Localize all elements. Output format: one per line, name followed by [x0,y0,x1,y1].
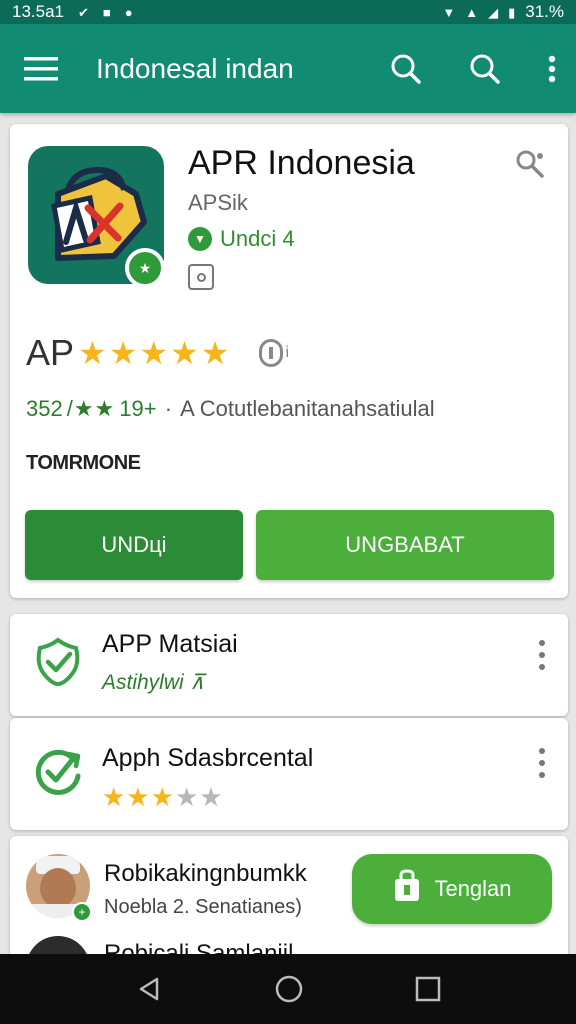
notification-icon: ✔ [78,4,89,20]
camera-icon [188,264,214,290]
list-item-subtitle: Astihylwi ⊼ [102,670,205,695]
shield-check-icon [32,636,84,688]
search-icon[interactable] [390,53,422,85]
shield-icon: ■ [102,4,111,20]
wifi-icon: ▼ [442,4,456,20]
status-time: 13.5a1 [12,2,64,21]
system-nav-bar [0,954,576,1024]
list-item-stars: ★★★★★ [102,782,224,812]
review-stars: /★★ [66,396,116,421]
get-button[interactable]: Tenglan [352,854,552,924]
bag-icon [392,869,422,909]
rating-info-icon[interactable] [259,339,284,367]
alert-icon: ● [124,4,133,20]
get-button-label: Tenglan [434,876,512,901]
list-item[interactable]: APP Matsiai Astihylwi ⊼ [10,614,568,716]
installs-badge-label: Undci 4 [220,226,295,251]
update-button[interactable]: UNGBABAT [256,510,554,580]
developer-name[interactable]: APSik [188,190,248,216]
signal-icon-2: ◢ [488,4,499,20]
list-item-subtitle-text: Astihylwi [102,671,184,694]
section-label: TOMRMONE [26,452,141,474]
download-icon: ▼ [188,227,212,251]
battery-level: 31.% [525,2,564,21]
app-bar: Indonesal indan [0,24,576,113]
back-icon[interactable] [135,975,163,1003]
app-bar-title: Indonesal indan [96,52,294,84]
app-detail-card: ★ APR Indonesia APSik ▼ Undci 4 AP ★★★★★… [10,124,568,598]
user-subtitle: Noebla 2. Senatianes) [104,896,302,918]
user-card: + Robikakingnbumkk Noebla 2. Senatianes)… [10,836,568,966]
search-icon-card[interactable] [514,148,548,187]
review-count: 352 [26,396,63,421]
user-name: Robikakingnbumkk [104,860,307,887]
signal-icon: ▲ [465,4,479,20]
plus-badge-icon: + [72,902,92,922]
list-item[interactable]: Apph Sdasbrcental ★★★★★ [10,718,568,830]
review-mid: 19+ [119,396,157,421]
rating-extra: i [285,344,290,361]
battery-icon: ▮ [508,4,516,20]
more-vert-icon[interactable] [548,55,556,83]
recents-icon[interactable] [415,976,441,1002]
app-name: APR Indonesia [188,144,415,182]
review-dot: · [158,396,179,421]
refresh-check-icon [32,746,84,798]
rating-row: AP ★★★★★ i [26,332,289,374]
review-text: A Cotutlebanitanahsatiulal [180,396,435,421]
list-item-title: Apph Sdasbrcental [102,744,314,772]
rating-stars: ★★★★★ [78,335,232,371]
verified-badge-icon: ★ [125,248,165,288]
install-button[interactable]: UNDці [25,510,243,580]
list-item-title: APP Matsiai [102,630,238,658]
menu-icon[interactable] [24,56,58,82]
installs-badge: ▼ Undci 4 [188,226,295,252]
review-summary: 352 /★★ 19+ · A Cotutlebanitanahsatiulal [26,396,435,422]
rating-label: AP [26,332,75,373]
status-bar: 13.5a1 ✔ ■ ● ▼ ▲ ◢ ▮ 31.% [0,0,576,24]
more-vert-icon[interactable] [538,640,546,670]
pin-icon: ⊼ [189,671,205,694]
more-vert-icon[interactable] [538,748,546,778]
home-icon[interactable] [274,974,304,1004]
search-icon-secondary[interactable] [468,53,502,85]
